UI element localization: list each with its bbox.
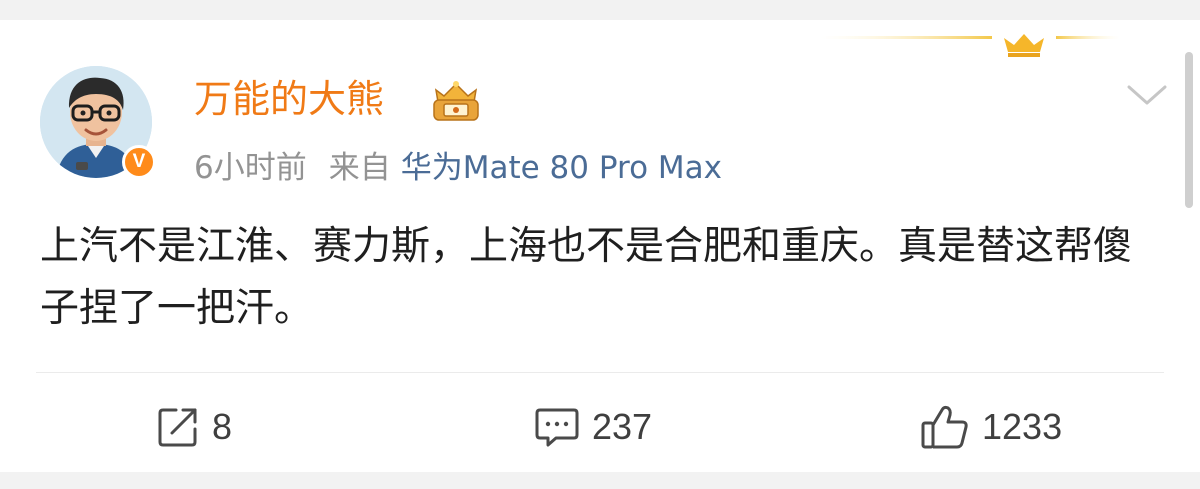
post-content: 上汽不是江淮、赛力斯，上海也不是合肥和重庆。真是替这帮傻子捏了一把汗。 [40,224,1133,331]
verified-badge: V [122,145,156,179]
comment-button[interactable]: 237 [534,404,652,450]
crown-badge-icon[interactable] [428,76,484,124]
divider [36,372,1164,373]
comment-icon [535,408,579,447]
repost-icon [158,408,197,447]
crown-decoration-icon [820,34,1120,57]
post-time: 6小时前 [194,150,307,186]
comment-count: 237 [592,406,653,447]
author-name[interactable]: 万能的大熊 [194,74,384,124]
repost-count: 8 [212,406,233,447]
device-link[interactable]: 华为Mate 80 Pro Max [401,150,722,186]
scrollbar[interactable] [1185,52,1193,208]
weibo-post-card: V 万能的大熊 6小时前 来自 华为Mate 80 Pro Max 上汽不是江淮、赛… [0,20,1200,472]
chevron-down-icon[interactable] [1126,78,1168,112]
post-meta: 6小时前 来自 华为Mate 80 Pro Max [194,146,722,190]
thumbs-up-icon [921,405,968,449]
like-button[interactable]: 1233 [920,404,1062,450]
like-count: 1233 [982,406,1063,447]
repost-button[interactable]: 8 [156,404,232,450]
source-label: 来自 [328,150,391,186]
